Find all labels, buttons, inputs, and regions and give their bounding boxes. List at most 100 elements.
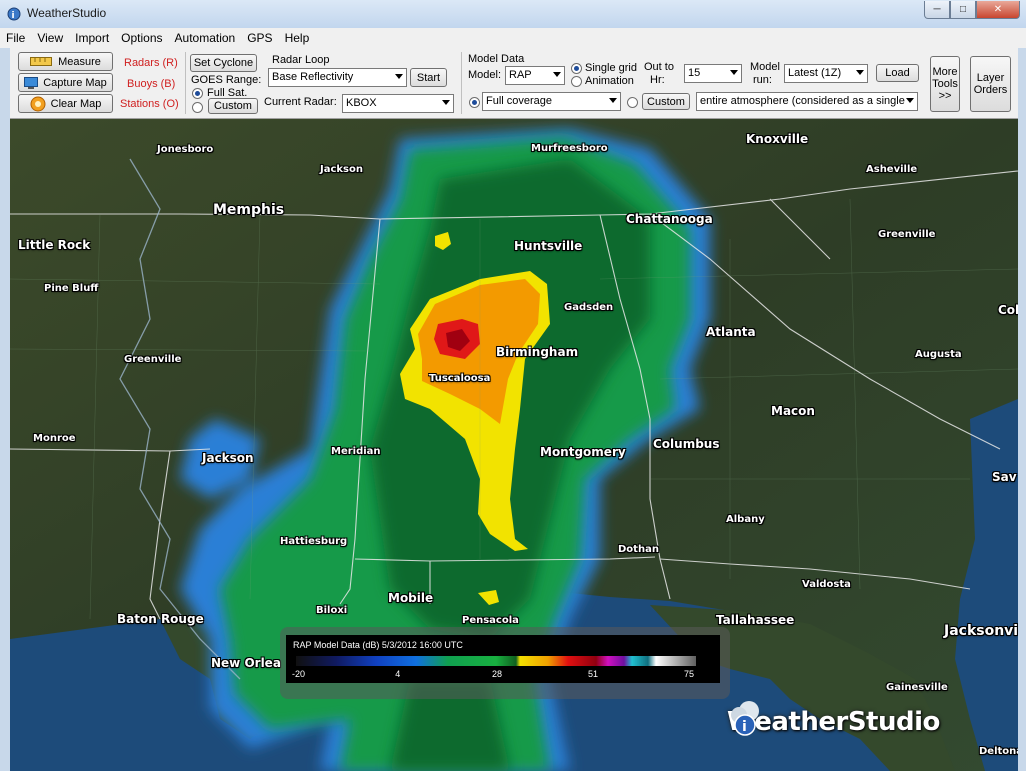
maximize-button[interactable]: □ bbox=[950, 1, 976, 19]
menu-gps[interactable]: GPS bbox=[241, 28, 278, 48]
chevron-down-icon bbox=[442, 100, 450, 105]
city-label: Murfreesboro bbox=[531, 143, 608, 154]
full-coverage-radio[interactable] bbox=[469, 97, 480, 108]
radars-toggle[interactable]: Radars (R) bbox=[124, 57, 178, 69]
current-radar-select[interactable]: KBOX bbox=[342, 94, 454, 113]
layer-orders-label-2: Orders bbox=[973, 84, 1008, 96]
toolbar-separator bbox=[461, 52, 462, 114]
minimize-button[interactable]: ─ bbox=[924, 1, 950, 19]
menu-import[interactable]: Import bbox=[69, 28, 115, 48]
single-grid-radio[interactable] bbox=[571, 63, 582, 74]
capture-map-button[interactable]: Capture Map bbox=[18, 73, 113, 92]
city-label: Greenville bbox=[878, 229, 936, 240]
current-radar-label: Current Radar: bbox=[264, 96, 337, 108]
cyclone-custom-button[interactable]: Custom bbox=[208, 98, 258, 114]
svg-text:i: i bbox=[742, 719, 747, 735]
model-load-button[interactable]: Load bbox=[876, 64, 919, 82]
legend-tick-label: -20 bbox=[292, 669, 306, 679]
model-custom-radio[interactable] bbox=[627, 97, 638, 108]
model-label: Model: bbox=[468, 69, 502, 81]
menu-options[interactable]: Options bbox=[115, 28, 168, 48]
weatherstudio-logo-icon: i bbox=[731, 701, 759, 736]
chevron-down-icon bbox=[730, 70, 738, 75]
city-label: Pine Bluff bbox=[44, 283, 99, 294]
animation-label: Animation bbox=[585, 75, 634, 87]
city-label: Pensacola bbox=[462, 615, 519, 626]
city-label: Monroe bbox=[33, 433, 76, 444]
city-label: Tallahassee bbox=[716, 613, 795, 627]
measure-label: Measure bbox=[58, 55, 101, 68]
model-run-label-2: run: bbox=[753, 74, 772, 86]
legend-tick-label: 28 bbox=[492, 669, 503, 679]
city-label: Biloxi bbox=[316, 605, 348, 616]
capture-map-label: Capture Map bbox=[43, 76, 107, 89]
model-custom-button[interactable]: Custom bbox=[642, 93, 690, 110]
more-tools-label-2: Tools bbox=[932, 78, 958, 90]
city-label: Birmingham bbox=[496, 345, 579, 359]
city-label: Sav bbox=[992, 470, 1017, 484]
city-label: Asheville bbox=[866, 164, 918, 175]
close-button[interactable]: ✕ bbox=[976, 1, 1020, 19]
city-label: Atlanta bbox=[706, 325, 756, 339]
more-tools-button[interactable]: More Tools >> bbox=[930, 56, 960, 112]
menu-view[interactable]: View bbox=[31, 28, 69, 48]
city-label: Gadsden bbox=[564, 302, 614, 313]
clear-map-button[interactable]: Clear Map bbox=[18, 94, 113, 113]
buoys-toggle[interactable]: Buoys (B) bbox=[127, 78, 175, 90]
full-sat-radio[interactable] bbox=[192, 88, 203, 99]
city-label: Macon bbox=[771, 404, 815, 418]
city-label: New Orlea bbox=[211, 656, 281, 670]
city-label: Dothan bbox=[618, 544, 659, 555]
model-run-select[interactable]: Latest (1Z) bbox=[784, 64, 868, 83]
city-label: Gainesville bbox=[886, 682, 948, 693]
hours-select[interactable]: 15 bbox=[684, 64, 742, 83]
chevron-down-icon bbox=[856, 70, 864, 75]
city-label: Montgomery bbox=[540, 445, 626, 459]
city-label: Meridian bbox=[331, 446, 381, 457]
measure-button[interactable]: Measure bbox=[18, 52, 113, 71]
clear-map-icon bbox=[30, 96, 46, 111]
cyclone-custom-radio[interactable] bbox=[192, 102, 203, 113]
menu-automation[interactable]: Automation bbox=[169, 28, 242, 48]
chevron-down-icon bbox=[395, 74, 403, 79]
city-label: Memphis bbox=[213, 202, 285, 218]
radar-product-select[interactable]: Base Reflectivity bbox=[268, 68, 407, 87]
radar-start-button[interactable]: Start bbox=[410, 68, 447, 87]
atmosphere-level-select[interactable]: entire atmosphere (considered as a singl… bbox=[696, 92, 918, 111]
menu-help[interactable]: Help bbox=[279, 28, 316, 48]
legend-tick-label: 75 bbox=[684, 669, 695, 679]
city-label: Hattiesburg bbox=[280, 536, 348, 547]
legend-panel: RAP Model Data (dB) 5/3/2012 16:00 UTC -… bbox=[286, 635, 720, 683]
chevron-down-icon bbox=[553, 72, 561, 77]
layer-orders-button[interactable]: Layer Orders bbox=[970, 56, 1011, 112]
window-title: WeatherStudio bbox=[27, 6, 107, 20]
menu-file[interactable]: File bbox=[0, 28, 31, 48]
svg-text:i: i bbox=[12, 11, 15, 21]
stations-toggle[interactable]: Stations (O) bbox=[120, 98, 179, 110]
out-to-label: Out to bbox=[644, 61, 674, 73]
chevron-down-icon bbox=[906, 98, 914, 103]
goes-range-label: GOES Range: bbox=[191, 74, 262, 86]
set-cyclone-button[interactable]: Set Cyclone bbox=[190, 54, 257, 72]
app-icon: i bbox=[7, 7, 21, 21]
city-label: Deltona bbox=[979, 746, 1018, 757]
model-run-value: Latest (1Z) bbox=[788, 67, 842, 79]
hr-label: Hr: bbox=[650, 74, 665, 86]
map-view[interactable]: Jonesboro Jackson Murfreesboro Knoxville Ash… bbox=[10, 119, 1018, 771]
toolbar: Measure Capture Map Clear Map Radars (R)… bbox=[10, 48, 1018, 119]
model-legend: RAP Model Data (dB) 5/3/2012 16:00 UTC -… bbox=[280, 627, 730, 699]
ruler-icon bbox=[30, 57, 53, 66]
animation-radio[interactable] bbox=[571, 76, 582, 87]
city-label: Jackson bbox=[202, 451, 254, 465]
legend-tick-label: 4 bbox=[395, 669, 401, 679]
legend-colorbar bbox=[296, 656, 696, 666]
legend-tick-label: 51 bbox=[588, 669, 599, 679]
city-label: Greenville bbox=[124, 354, 182, 365]
city-label: Knoxville bbox=[746, 132, 809, 146]
model-select[interactable]: RAP bbox=[505, 66, 565, 85]
coverage-select[interactable]: Full coverage bbox=[482, 92, 621, 111]
city-label: Valdosta bbox=[802, 579, 851, 590]
city-label: Augusta bbox=[915, 349, 962, 360]
city-label: Columbus bbox=[653, 437, 720, 451]
city-label: Jonesboro bbox=[157, 144, 214, 155]
